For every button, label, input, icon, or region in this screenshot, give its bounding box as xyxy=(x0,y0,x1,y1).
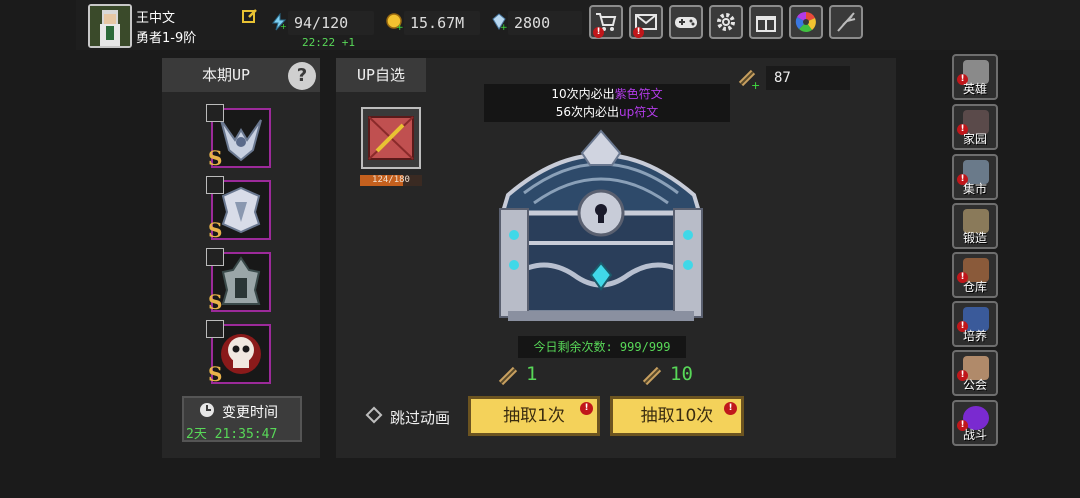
gift-icon xyxy=(756,16,776,32)
help-button[interactable]: ? xyxy=(288,62,316,90)
color-wheel-icon xyxy=(795,11,816,32)
side-menu-train[interactable]: ! 培养 xyxy=(952,301,998,347)
player-name: 王中文 xyxy=(136,11,176,26)
side-menu-market-label: 集市 xyxy=(962,182,987,196)
side-menu-warehouse[interactable]: ! 仓库 xyxy=(952,252,998,298)
diamond-icon: + xyxy=(490,13,508,33)
gold-value: 15.67M xyxy=(404,11,480,35)
side-menu-market[interactable]: ! 集市 xyxy=(952,154,998,200)
side-menu-hero[interactable]: ! 英雄 xyxy=(952,54,998,100)
draw-ten-label: 抽取10次 xyxy=(640,406,714,426)
pity-info-box: 10次内必出紫色符文 56次内必出up符文 xyxy=(484,84,730,122)
gold-icon: + xyxy=(386,13,404,33)
side-menu-forge[interactable]: 锻造 xyxy=(952,203,998,249)
svg-text:+: + xyxy=(396,23,404,31)
remaining-draws-box: 今日剩余次数: 999/999 xyxy=(518,336,686,358)
up-heroes-title: 本期UP xyxy=(201,66,251,84)
side-menu-train-label: 培养 xyxy=(962,329,987,343)
rune-crate-icon xyxy=(368,116,414,160)
shop-alert-badge: ! xyxy=(593,27,604,38)
side-menu-battle-label: 战斗 xyxy=(962,428,987,442)
shop-button[interactable]: ! xyxy=(589,5,623,39)
side-menu-guild-label: 公会 xyxy=(962,378,987,392)
pity-info-line-1: 10次内必出紫色符文 xyxy=(551,87,663,101)
draw-one-button[interactable]: 抽取1次 ! xyxy=(468,396,600,436)
treasure-chest[interactable] xyxy=(494,125,708,325)
ten-cost-scroll-icon xyxy=(642,364,664,386)
draw-one-alert-badge: ! xyxy=(580,402,593,415)
gamepad-button[interactable] xyxy=(669,5,703,39)
svg-text:+: + xyxy=(280,22,287,31)
draw-ten-alert-badge: ! xyxy=(724,402,737,415)
gamepad-icon xyxy=(675,17,697,28)
side-menu-guild[interactable]: ! 公会 xyxy=(952,350,998,396)
pity-info-line-2: 56次内必出up符文 xyxy=(555,105,659,119)
player-rank: 勇者1-9阶 xyxy=(136,31,197,46)
up-hero-grade-3: S xyxy=(208,290,223,314)
scroll-count-value: 87 xyxy=(774,70,791,86)
draw-ten-button[interactable]: 抽取10次 ! xyxy=(610,396,744,436)
up-hero-grade-1: S xyxy=(208,146,223,170)
stamina-value: 94/120 xyxy=(288,11,374,35)
up-hero-mini-icon-2 xyxy=(206,176,224,194)
selected-item-slot[interactable] xyxy=(361,107,421,169)
color-wheel-button[interactable] xyxy=(789,5,823,39)
change-time-value: 2天 21:35:47 xyxy=(186,427,278,442)
settings-button[interactable] xyxy=(709,5,743,39)
ten-cost-value: 10 xyxy=(670,363,693,385)
skip-animation-label[interactable]: 跳过动画 xyxy=(390,407,450,428)
selected-item-progress-text: 124/180 xyxy=(372,175,410,185)
side-menu-home-label: 家园 xyxy=(962,132,987,146)
up-select-tab[interactable]: UP自选 xyxy=(336,58,426,92)
gear-icon xyxy=(717,13,735,31)
change-time-label: 变更时间 xyxy=(222,405,278,421)
side-menu-warehouse-label: 仓库 xyxy=(962,280,987,294)
side-menu-forge-label: 锻造 xyxy=(962,231,987,245)
mail-alert-badge: ! xyxy=(633,27,644,38)
side-menu-hero-label: 英雄 xyxy=(962,82,987,96)
help-icon: ? xyxy=(296,65,308,86)
stamina-timer: 22:22 +1 xyxy=(302,36,355,49)
draw-one-label: 抽取1次 xyxy=(503,406,565,426)
svg-text:+: + xyxy=(751,79,760,90)
diamond-value: 2800 xyxy=(508,11,582,35)
remaining-draws-text: 今日剩余次数: 999/999 xyxy=(533,340,671,354)
single-cost-value: 1 xyxy=(526,363,538,385)
up-hero-mini-icon-4 xyxy=(206,320,224,338)
quill-button[interactable] xyxy=(829,5,863,39)
up-hero-mini-icon-3 xyxy=(206,248,224,266)
scroll-count-box: 87 xyxy=(766,66,850,90)
side-menu-home[interactable]: ! 家园 xyxy=(952,104,998,150)
single-cost-scroll-icon xyxy=(498,364,520,386)
feather-quill-icon xyxy=(837,12,856,32)
gift-button[interactable] xyxy=(749,5,783,39)
side-menu-battle[interactable]: ! 战斗 xyxy=(952,400,998,446)
edit-name-icon[interactable] xyxy=(242,8,258,24)
selected-item-progress-bar: 124/180 xyxy=(360,175,422,186)
clock-icon xyxy=(199,402,215,418)
player-avatar[interactable] xyxy=(88,4,132,48)
mail-button[interactable]: ! xyxy=(629,5,663,39)
up-hero-mini-icon-1 xyxy=(206,104,224,122)
up-hero-grade-2: S xyxy=(208,218,223,242)
svg-text:+: + xyxy=(500,23,508,31)
up-select-tab-label: UP自选 xyxy=(356,66,406,84)
up-hero-grade-4: S xyxy=(208,362,223,386)
scroll-currency-icon: + xyxy=(737,66,761,92)
stamina-icon: + xyxy=(270,12,288,31)
